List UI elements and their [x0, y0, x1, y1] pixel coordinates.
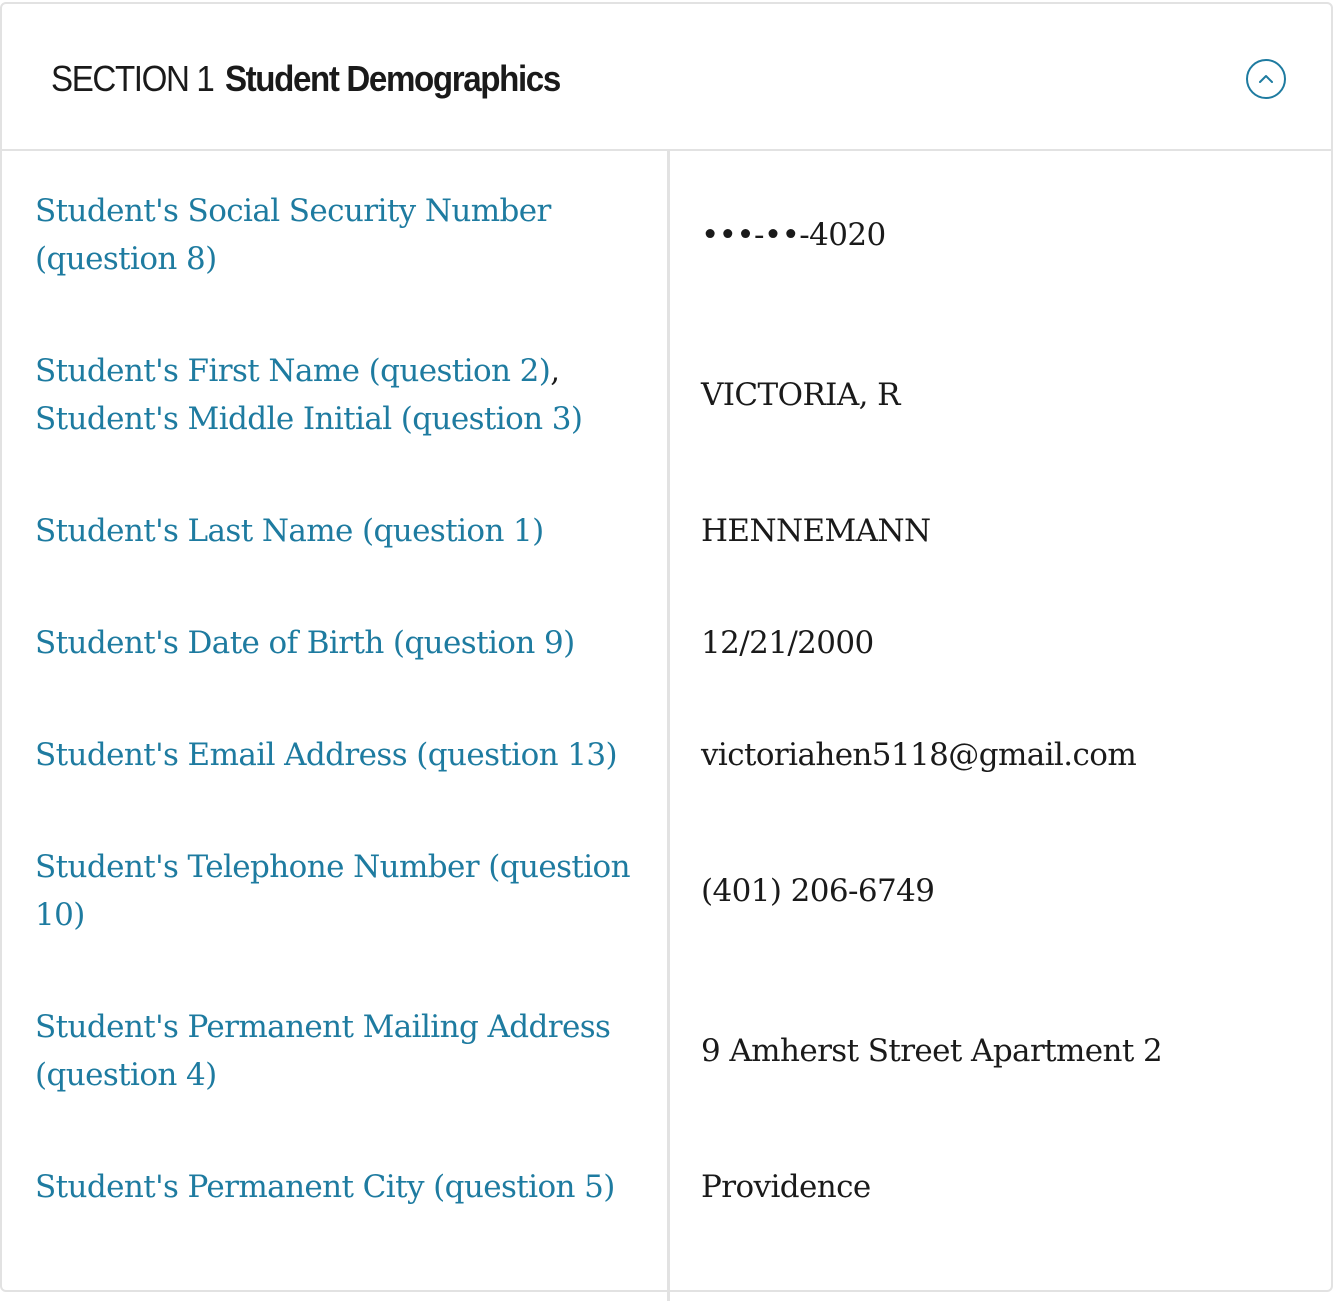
section-number: SECTION 1 — [51, 58, 215, 99]
question-link-last-name[interactable]: Student's Last Name (question 1) — [35, 513, 544, 549]
field-value-telephone: (401) 206-6749 — [701, 873, 935, 909]
field-label: Student's Last Name (question 1) — [35, 507, 645, 555]
field-label: Student's Permanent Mailing Address (que… — [35, 1003, 645, 1099]
field-value-city: Providence — [701, 1169, 871, 1205]
field-label: Student's Social Security Number (questi… — [35, 187, 645, 283]
section-title: SECTION 1 Student Demographics — [51, 54, 561, 104]
section-header[interactable]: SECTION 1 Student Demographics — [2, 4, 1331, 151]
question-link-ssn[interactable]: Student's Social Security Number (questi… — [35, 193, 551, 277]
field-label: Student's Email Address (question 13) — [35, 731, 645, 779]
label-separator: , — [550, 353, 560, 389]
field-label: Student's Date of Birth (question 9) — [35, 619, 645, 667]
question-link-email[interactable]: Student's Email Address (question 13) — [35, 737, 618, 773]
field-label: Student's Permanent City (question 5) — [35, 1163, 645, 1211]
field-value-ssn: •••-••-4020 — [701, 217, 886, 253]
column-divider — [667, 151, 670, 1301]
question-link-telephone[interactable]: Student's Telephone Number (question 10) — [35, 849, 631, 933]
field-value-dob: 12/21/2000 — [701, 625, 874, 661]
field-label: Student's First Name (question 2), Stude… — [35, 347, 645, 443]
section-card: SECTION 1 Student Demographics Student's… — [0, 2, 1333, 1301]
question-link-mailing-address[interactable]: Student's Permanent Mailing Address (que… — [35, 1009, 611, 1093]
field-value-name: VICTORIA, R — [701, 377, 900, 413]
question-link-first-name[interactable]: Student's First Name (question 2) — [35, 353, 551, 389]
field-value-last-name: HENNEMANN — [701, 513, 931, 549]
section-name: Student Demographics — [224, 58, 561, 99]
field-value-email: victoriahen5118@gmail.com — [701, 737, 1137, 773]
question-link-dob[interactable]: Student's Date of Birth (question 9) — [35, 625, 575, 661]
field-label: Student's Telephone Number (question 10) — [35, 843, 645, 939]
chevron-up-icon — [1259, 75, 1273, 83]
collapse-section-button[interactable] — [1246, 59, 1286, 99]
field-value-mailing-address: 9 Amherst Street Apartment 2 — [701, 1033, 1163, 1069]
question-link-middle-initial[interactable]: Student's Middle Initial (question 3) — [35, 401, 583, 437]
question-link-city[interactable]: Student's Permanent City (question 5) — [35, 1169, 615, 1205]
